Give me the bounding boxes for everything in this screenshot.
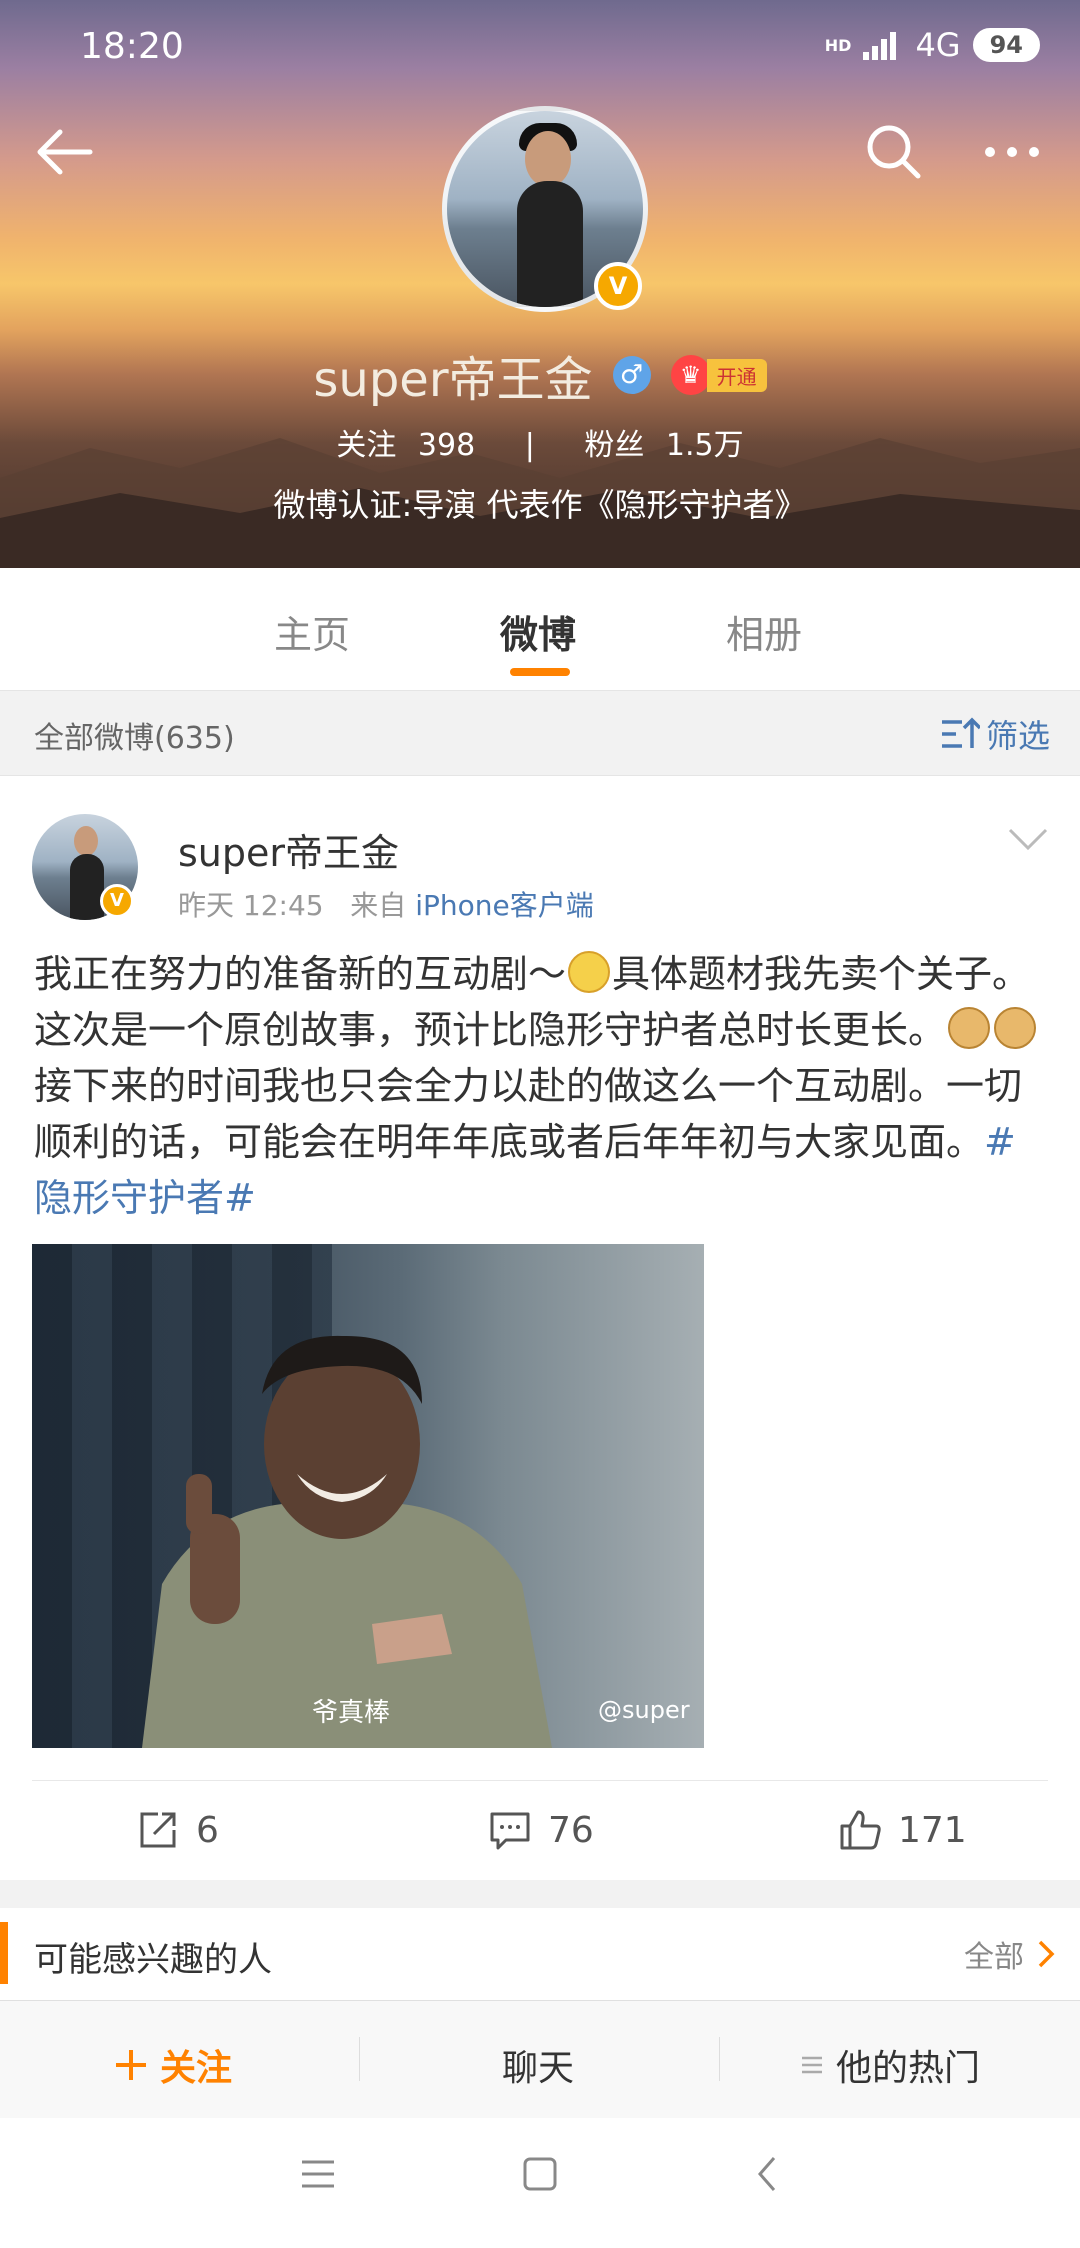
profile-stats: 关注 398 | 粉丝 1.5万 [0,420,1080,464]
post-author-name[interactable]: super帝王金 [178,822,399,877]
post-from-label: 来自 [350,889,407,922]
filter-label: 筛选 [985,717,1050,755]
bar-separator [719,2037,720,2081]
following-link[interactable]: 关注 398 [330,428,481,463]
signal-icon [863,32,897,60]
like-count: 171 [898,1809,967,1851]
hd-label: HD [824,35,852,55]
verification-text: 微博认证:导演 代表作《隐形守护者》 [273,486,807,524]
status-time: 18:20 [80,26,184,67]
comment-count: 76 [548,1809,594,1851]
profile-name-row: super帝王金 ♂ ♛ 开通 [0,340,1080,410]
stats-separator: | [524,428,535,463]
repost-button[interactable]: 6 [136,1808,219,1852]
system-back-icon[interactable] [748,2154,788,2194]
battery-icon: 94 [972,28,1040,62]
nerd-emoji-icon [568,951,611,993]
following-label: 关注 [336,428,397,463]
post-time: 昨天 12:45 [178,889,324,922]
hot-posts-label: 他的热门 [836,2048,981,2089]
plus-icon [116,2050,146,2080]
status-indicators: HD 4G 94 [825,26,1040,64]
vip-open-button[interactable]: ♛ 开通 [670,355,767,395]
post-text-part-3: 接下来的时间我也只会全力以赴的做这么一个互动剧。一切顺利的话，可能会在明年年底或… [34,1064,1023,1164]
repost-icon [140,1812,176,1848]
chevron-right-icon [1038,1940,1055,1968]
doge-emoji-icon [948,1007,991,1049]
home-square-icon[interactable] [520,2154,560,2194]
photo-person [142,1335,552,1748]
follow-label: 关注 [160,2048,233,2089]
tab-weibo[interactable]: 微博 [500,604,576,659]
interest-title: 可能感兴趣的人 [34,1940,272,1980]
repost-count: 6 [196,1809,219,1851]
comment-icon [490,1812,530,1850]
followers-count: 1.5万 [665,428,744,463]
filter-bar: 全部微博(635) 筛选 [0,690,1080,776]
post-source[interactable]: iPhone客户端 [415,889,594,922]
profile-header: 18:20 HD 4G 94 V super帝王金 ♂ ♛ 开通 关注 398 [0,0,1080,568]
post-meta: 昨天 12:45 来自 iPhone客户端 [178,884,594,924]
active-tab-indicator [510,668,570,676]
all-weibo-count: 全部微博(635) [34,721,235,756]
image-watermark: @super [598,1696,690,1724]
chat-label: 聊天 [502,2048,575,2089]
comment-button[interactable]: 76 [488,1808,594,1852]
followers-link[interactable]: 粉丝 1.5万 [578,428,749,463]
tab-album[interactable]: 相册 [726,604,802,659]
post-text-part-1: 我正在努力的准备新的互动剧～ [34,952,567,996]
like-button[interactable]: 171 [838,1808,967,1852]
system-navigation-bar [0,2118,1080,2248]
chevron-down-icon[interactable] [1006,826,1050,854]
filter-button[interactable]: 筛选 [940,711,1050,757]
post-image[interactable]: 爷真棒 @super [32,1244,704,1748]
tab-home[interactable]: 主页 [274,604,350,659]
following-count: 398 [417,428,476,463]
post-verified-badge: V [100,884,134,918]
interest-section: 可能感兴趣的人 全部 [0,1908,1080,2000]
post-text: 我正在努力的准备新的互动剧～ 具体题材我先卖个关子。这次是一个原创故事，预计比隐形… [34,946,1044,1226]
verified-badge: V [594,262,642,310]
interest-all-label: 全部 [964,1940,1024,1975]
back-arrow-icon[interactable] [32,120,96,184]
doge-emoji-icon [994,1007,1037,1049]
bar-separator [359,2037,360,2081]
section-accent-bar [0,1922,8,1984]
chat-button[interactable]: 聊天 [502,2039,574,2091]
profile-tabs: 主页 微博 相册 [0,568,1080,690]
vip-label: 开通 [706,358,767,392]
weibo-post: V super帝王金 昨天 12:45 来自 iPhone客户端 我正在努力的准… [0,776,1080,1880]
interest-all-link[interactable]: 全部 [964,1932,1056,1976]
follow-button[interactable]: 关注 [114,2039,232,2091]
search-icon[interactable] [862,120,926,184]
male-icon: ♂ [612,356,651,394]
crown-icon: ♛ [670,355,711,395]
profile-action-bar: 关注 聊天 他的热门 [0,2000,1080,2119]
list-icon [802,2056,822,2074]
menu-icon[interactable] [298,2154,338,2194]
post-divider [32,1780,1048,1781]
filter-icon [941,717,980,748]
network-label: 4G [915,26,961,64]
status-bar: 18:20 HD 4G 94 [0,0,1080,96]
profile-name: super帝王金 [313,352,593,408]
hot-posts-button[interactable]: 他的热门 [800,2039,980,2091]
more-icon[interactable] [980,120,1044,184]
followers-label: 粉丝 [584,428,645,463]
image-caption: 爷真棒 [312,1698,391,1728]
thumbs-up-icon [840,1810,881,1850]
